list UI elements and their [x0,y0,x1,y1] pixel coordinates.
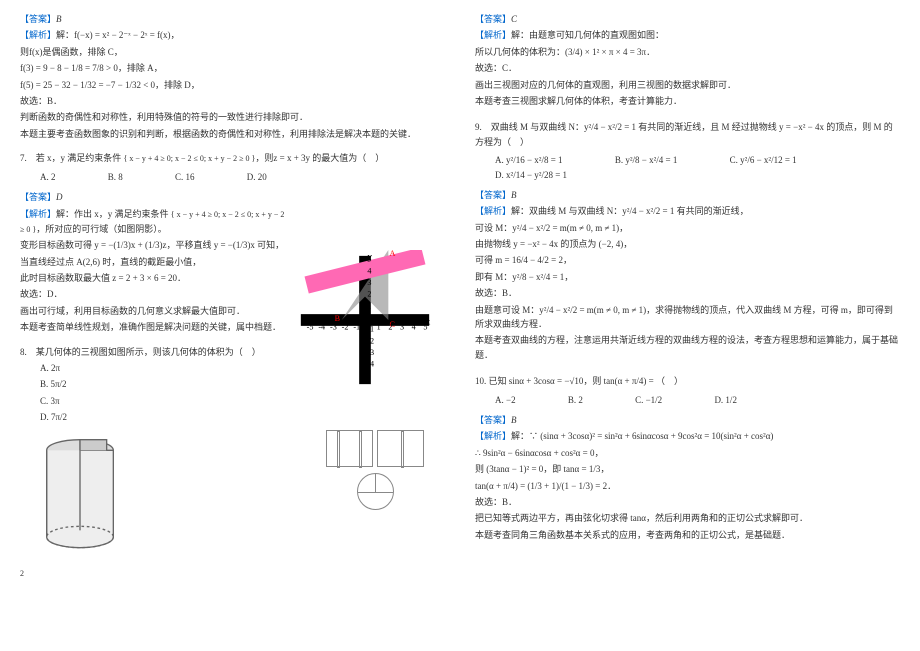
page-number: 2 [20,568,24,581]
ans6-label: 【答案】 [20,14,56,24]
svg-text:-2: -2 [367,336,374,345]
exp9-l4: 可得 m = 16/4 − 4/2 = 2， [475,253,900,267]
exp10-l7: 本题考查同角三角函数基本关系式的应用，考查两角和的正切公式，是基础题． [475,528,900,542]
ans9-label: 【答案】 [475,190,511,200]
svg-text:-3: -3 [330,322,337,331]
ans7-val: D [56,192,63,202]
q9-opts: A. y²/16 − x²/8 = 1 B. y²/8 − x²/4 = 1 C… [495,153,900,182]
q9b: B. y²/8 − x²/4 = 1 [615,153,678,167]
exp6-l1: 【解析】解：f(−x) = x² − 2⁻ˣ − 2ˣ = f(x)， [20,28,445,42]
q10b: B. 2 [568,393,583,407]
svg-text:2: 2 [388,322,392,331]
exp6-l2: 则f(x)是偶函数，排除 C， [20,45,445,59]
svg-text:1: 1 [377,322,381,331]
exp10-l1: 【解析】解：∵ (sinα + 3cosα)² = sin²α + 6sinαc… [475,429,900,443]
exp10-l5: 故选：B． [475,495,900,509]
exp8-l4: 画出三视图对应的几何体的直观图，利用三视图的数据求解即可． [475,78,900,92]
ans9-val: B [511,190,517,200]
q7-opts: A. 2 B. 8 C. 16 D. 20 [40,170,445,184]
exp10-l6: 把已知等式两边平方，再由弦化切求得 tanα，然后利用两角和的正切公式求解即可． [475,511,900,525]
left-column: 【答案】B 【解析】解：f(−x) = x² − 2⁻ˣ − 2ˣ = f(x)… [20,10,445,561]
exp8-label: 【解析】 [475,30,511,40]
svg-text:-1: -1 [367,325,374,334]
exp9-l7: 由题意可设 M：y²/4 − x²/2 = m(m ≠ 0, m ≠ 1)，求得… [475,303,900,332]
svg-text:4: 4 [412,322,416,331]
svg-text:3: 3 [367,278,371,287]
q10-opts: A. −2 B. 2 C. −1/2 D. 1/2 [495,393,900,407]
q9: 9. 双曲线 M 与双曲线 N：y²/4 − x²/2 = 1 有共同的渐近线，… [475,120,900,149]
svg-text:A: A [390,250,396,258]
ans7: 【答案】D [20,190,445,204]
svg-text:4: 4 [367,266,371,275]
exp8-l5: 本题考查三视图求解几何体的体积，考查计算能力． [475,94,900,108]
ans9: 【答案】B [475,188,900,202]
svg-text:-3: -3 [367,348,374,357]
cylinder-3d [40,437,120,557]
exp7-label: 【解析】 [20,209,56,219]
exp6-l3: f(3) = 9 − 8 − 1/8 = 7/8 > 0，排除 A， [20,61,445,75]
exp9-l1: 【解析】解：双曲线 M 与双曲线 N：y²/4 − x²/2 = 1 有共同的渐… [475,204,900,218]
svg-text:5: 5 [367,255,371,264]
q7c: C. 16 [175,170,195,184]
exp7-l2: 变形目标函数可得 y = −(1/3)x + (1/3)z，平移直线 y = −… [20,238,290,252]
q9c: C. y²/6 − x²/12 = 1 [730,153,797,167]
exp8-l3: 故选：C． [475,61,900,75]
feasible-region-graph: x y A B C -5-4-3-2-112345 12345-1-2-3-4 [290,250,440,390]
exp9-l6: 故选：B． [475,286,900,300]
q7: 7. 若 x，y 满足约束条件 { x − y + 4 ≥ 0; x − 2 ≤… [20,151,445,166]
exp6-l5: 故选：B． [20,94,445,108]
exp9-l5: 即有 M：y²/8 − x²/4 = 1， [475,270,900,284]
q10c: C. −1/2 [635,393,662,407]
ans7-label: 【答案】 [20,192,56,202]
q8c: C. 3π [40,394,445,408]
svg-text:-1: -1 [353,322,360,331]
svg-text:-4: -4 [318,322,325,331]
svg-text:3: 3 [400,322,404,331]
svg-text:1: 1 [367,301,371,310]
exp10-l3: 则 (3tanα − 1)² = 0，即 tanα = 1/3， [475,462,900,476]
q8d: D. 7π/2 [40,410,445,424]
exp9-l3: 由抛物线 y = −x² − 4x 的顶点为 (−2, 4)， [475,237,900,251]
q7b: B. 8 [108,170,123,184]
svg-text:-5: -5 [307,322,314,331]
exp6-l4: f(5) = 25 − 32 − 1/32 = −7 − 1/32 < 0，排除… [20,78,445,92]
exp6-l7: 本题主要考查函数图象的识别和判断，根据函数的奇偶性和对称性，利用排除法是解决本题… [20,127,445,141]
ans10: 【答案】B [475,413,900,427]
ans8: 【答案】C [475,12,900,26]
exp9-l2: 可设 M：y²/4 − x²/2 = m(m ≠ 0, m ≠ 1)， [475,221,900,235]
exp9-label: 【解析】 [475,206,511,216]
exp6-l6: 判断函数的奇偶性和对称性，利用特殊值的符号的一致性进行排除即可． [20,110,445,124]
side-view [377,430,424,467]
q10a: A. −2 [495,393,516,407]
exp9-l8: 本题考查双曲线的方程，注意运用共渐近线方程的双曲线方程的设法，考查方程思想和运算… [475,333,900,362]
ans10-label: 【答案】 [475,415,511,425]
exp10-l2: ∴ 9sin²α − 6sinαcosα + cos²α = 0， [475,446,900,460]
q10: 10. 已知 sinα + 3cosα = −√10，则 tan(α + π/4… [475,374,900,388]
exp8-l2: 所以几何体的体积为：(3/4) × 1² × π × 4 = 3π． [475,45,900,59]
ans6: 【答案】B [20,12,445,26]
svg-text:-4: -4 [367,360,374,369]
three-views [310,430,440,516]
exp10-l4: tan(α + π/4) = (1/3 + 1)/(1 − 1/3) = 2． [475,479,900,493]
front-view [326,430,373,467]
q10d: D. 1/2 [714,393,737,407]
q7d: D. 20 [247,170,267,184]
exp6-label: 【解析】 [20,30,56,40]
q7a: A. 2 [40,170,56,184]
svg-text:-2: -2 [342,322,349,331]
ans6-val: B [56,14,62,24]
q9a: A. y²/16 − x²/8 = 1 [495,153,563,167]
q9d: D. x²/14 − y²/28 = 1 [495,168,567,182]
exp8-l1: 【解析】解：由题意可知几何体的直观图如图： [475,28,900,42]
ans10-val: B [511,415,517,425]
exp7-l1: 【解析】解：作出 x，y 满足约束条件 { x − y + 4 ≥ 0; x −… [20,207,290,237]
ans8-val: C [511,14,517,24]
exp10-label: 【解析】 [475,431,511,441]
svg-text:2: 2 [367,290,371,299]
ans8-label: 【答案】 [475,14,511,24]
svg-text:5: 5 [423,322,427,331]
top-view [357,473,394,510]
right-column: 【答案】C 【解析】解：由题意可知几何体的直观图如图： 所以几何体的体积为：(3… [475,10,900,561]
